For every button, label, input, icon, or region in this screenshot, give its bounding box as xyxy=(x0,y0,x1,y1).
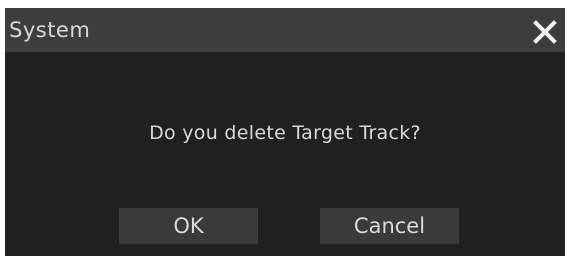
ok-button[interactable]: OK xyxy=(119,208,258,244)
dialog-title: System xyxy=(9,18,91,42)
close-icon xyxy=(533,20,557,44)
system-dialog: System Do you delete Target Track? OK Ca… xyxy=(5,8,565,256)
dialog-titlebar: System xyxy=(5,8,565,52)
dialog-message: Do you delete Target Track? xyxy=(149,122,421,144)
cancel-button[interactable]: Cancel xyxy=(320,208,459,244)
close-button[interactable] xyxy=(525,12,565,52)
